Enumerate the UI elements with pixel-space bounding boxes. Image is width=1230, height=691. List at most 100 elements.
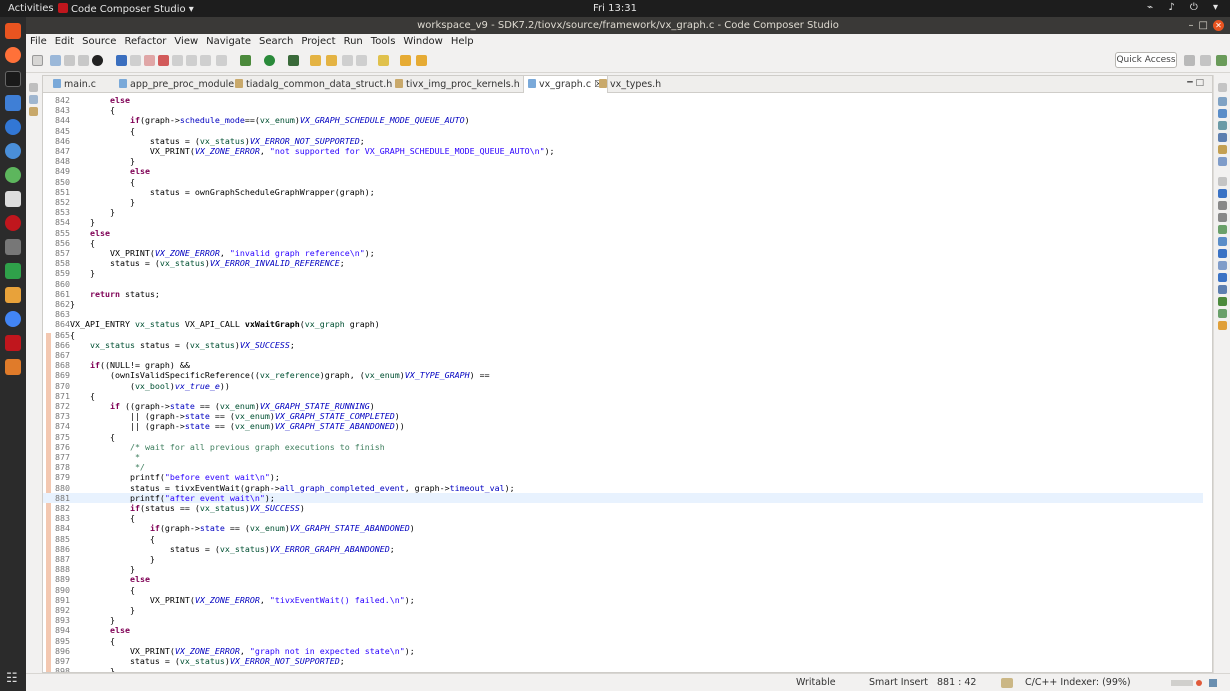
code-line[interactable]: 870 (vx_bool)vx_true_e))	[43, 381, 1203, 391]
editor-tab[interactable]: tiadalg_common_data_struct.h	[235, 76, 392, 93]
code-line[interactable]: 854 }	[43, 217, 1203, 227]
terminal-icon[interactable]	[5, 71, 21, 87]
editor-tab[interactable]: vx_types.h	[599, 76, 661, 93]
software-icon[interactable]	[5, 23, 21, 39]
minimize-icon[interactable]: –	[1189, 20, 1199, 31]
code-line[interactable]: 845 {	[43, 126, 1203, 136]
editor-tab[interactable]: app_pre_proc_module.c	[119, 76, 242, 93]
clock[interactable]: Fri 13:31	[0, 3, 1230, 14]
progress-view-icon[interactable]	[1209, 679, 1217, 687]
search-icon[interactable]	[342, 55, 353, 66]
variables-icon[interactable]	[1218, 97, 1227, 106]
code-line[interactable]: 848 }	[43, 156, 1203, 166]
terminate-icon[interactable]	[158, 55, 169, 66]
code-line[interactable]: 864VX_API_ENTRY vx_status VX_API_CALL vx…	[43, 319, 1203, 329]
indexer-status[interactable]: C/C++ Indexer: (99%)	[1025, 677, 1131, 688]
minimize-maximize-icon[interactable]: ━ □	[1187, 78, 1204, 88]
code-line[interactable]: 881 printf("after event wait\n");	[43, 492, 1203, 503]
properties-icon[interactable]	[1218, 285, 1227, 294]
code-line[interactable]: 885 {	[43, 534, 1203, 544]
restore-lower-icon[interactable]	[1218, 177, 1227, 186]
expressions-icon[interactable]	[1218, 121, 1227, 130]
gear-icon[interactable]	[240, 55, 251, 66]
code-line[interactable]: 851 status = ownGraphScheduleGraphWrappe…	[43, 187, 1203, 197]
quick-access-input[interactable]: Quick Access	[1115, 52, 1177, 68]
menu-edit[interactable]: Edit	[55, 34, 74, 49]
code-line[interactable]: 872 if ((graph->state == (vx_enum)VX_GRA…	[43, 401, 1203, 411]
globe-icon[interactable]	[5, 143, 21, 159]
spreadsheet-icon[interactable]	[5, 263, 21, 279]
ccs-active-icon[interactable]	[5, 335, 21, 351]
debug-icon[interactable]	[116, 55, 127, 66]
step-over-icon[interactable]	[186, 55, 197, 66]
search-view-icon[interactable]	[1218, 225, 1227, 234]
code-line[interactable]: 896 VX_PRINT(VX_ZONE_ERROR, "graph not i…	[43, 646, 1203, 656]
step-into-icon[interactable]	[172, 55, 183, 66]
chrome-icon[interactable]	[5, 311, 21, 327]
git-icon[interactable]	[1218, 297, 1227, 306]
code-line[interactable]: 894 else	[43, 625, 1203, 635]
pin-icon[interactable]	[1218, 321, 1227, 330]
code-line[interactable]: 876 /* wait for all previous graph execu…	[43, 442, 1203, 452]
code-line[interactable]: 842 else	[43, 95, 1203, 105]
code-line[interactable]: 855 else	[43, 228, 1203, 238]
code-line[interactable]: 849 else	[43, 166, 1203, 176]
menu-search[interactable]: Search	[259, 34, 293, 49]
code-line[interactable]: 882 if(status == (vx_status)VX_SUCCESS)	[43, 503, 1203, 513]
code-line[interactable]: 883 {	[43, 513, 1203, 523]
menu-navigate[interactable]: Navigate	[206, 34, 251, 49]
code-line[interactable]: 877 *	[43, 452, 1203, 462]
indexer-icon[interactable]	[1001, 678, 1013, 688]
menu-view[interactable]: View	[174, 34, 198, 49]
code-line[interactable]: 862}	[43, 299, 1203, 309]
call-hierarchy-icon[interactable]	[1218, 261, 1227, 270]
stop-icon[interactable]	[1196, 680, 1202, 686]
menu-project[interactable]: Project	[301, 34, 335, 49]
code-line[interactable]: 843 {	[43, 105, 1203, 115]
step-return-icon[interactable]	[200, 55, 211, 66]
debug-perspective-icon[interactable]	[1216, 55, 1227, 66]
restore-right-icon[interactable]	[1218, 83, 1227, 92]
tasks-icon[interactable]	[1218, 213, 1227, 222]
code-line[interactable]: 867	[43, 350, 1203, 360]
firefox-icon[interactable]	[5, 47, 21, 63]
code-line[interactable]: 868 if((NULL!= graph) &&	[43, 360, 1203, 370]
code-line[interactable]: 852 }	[43, 197, 1203, 207]
code-line[interactable]: 888 }	[43, 564, 1203, 574]
code-line[interactable]: 869 (ownIsValidSpecificReference((vx_ref…	[43, 370, 1203, 380]
menu-window[interactable]: Window	[403, 34, 442, 49]
ccs-dock-icon[interactable]	[5, 215, 21, 231]
code-line[interactable]: 887 }	[43, 554, 1203, 564]
outline-icon[interactable]	[29, 107, 38, 116]
code-line[interactable]: 884 if(graph->state == (vx_enum)VX_GRAPH…	[43, 523, 1203, 533]
code-line[interactable]: 850 {	[43, 177, 1203, 187]
menu-help[interactable]: Help	[451, 34, 474, 49]
show-apps-icon[interactable]: ☷	[6, 671, 18, 686]
external-tools-icon[interactable]	[288, 55, 299, 66]
breakpoints-icon[interactable]	[1218, 109, 1227, 118]
close-icon[interactable]: ✕	[1213, 20, 1224, 31]
code-line[interactable]: 853 }	[43, 207, 1203, 217]
resume-icon[interactable]	[130, 55, 141, 66]
code-line[interactable]: 898 }	[43, 666, 1203, 672]
menu-source[interactable]: Source	[82, 34, 116, 49]
open-folder-icon[interactable]	[310, 55, 321, 66]
ccs-edit-icon[interactable]	[1200, 55, 1211, 66]
perspective-icon[interactable]	[1184, 55, 1195, 66]
code-line[interactable]: 891 VX_PRINT(VX_ZONE_ERROR, "tivxEventWa…	[43, 595, 1203, 605]
restore-icon[interactable]	[29, 83, 38, 92]
project-explorer-icon[interactable]	[29, 95, 38, 104]
save-icon[interactable]	[50, 55, 61, 66]
code-line[interactable]: 871 {	[43, 391, 1203, 401]
build-icon[interactable]	[92, 55, 103, 66]
code-line[interactable]: 863	[43, 309, 1203, 319]
code-line[interactable]: 890 {	[43, 585, 1203, 595]
code-line[interactable]: 865{	[43, 330, 1203, 340]
code-line[interactable]: 873 || (graph->state == (vx_enum)VX_GRAP…	[43, 411, 1203, 421]
drive-icon[interactable]	[5, 191, 21, 207]
disassembly-icon[interactable]	[1218, 157, 1227, 166]
menu-file[interactable]: File	[30, 34, 47, 49]
code-line[interactable]: 844 if(graph->schedule_mode==(vx_enum)VX…	[43, 115, 1203, 125]
code-line[interactable]: 889 else	[43, 574, 1203, 584]
suspend-icon[interactable]	[144, 55, 155, 66]
